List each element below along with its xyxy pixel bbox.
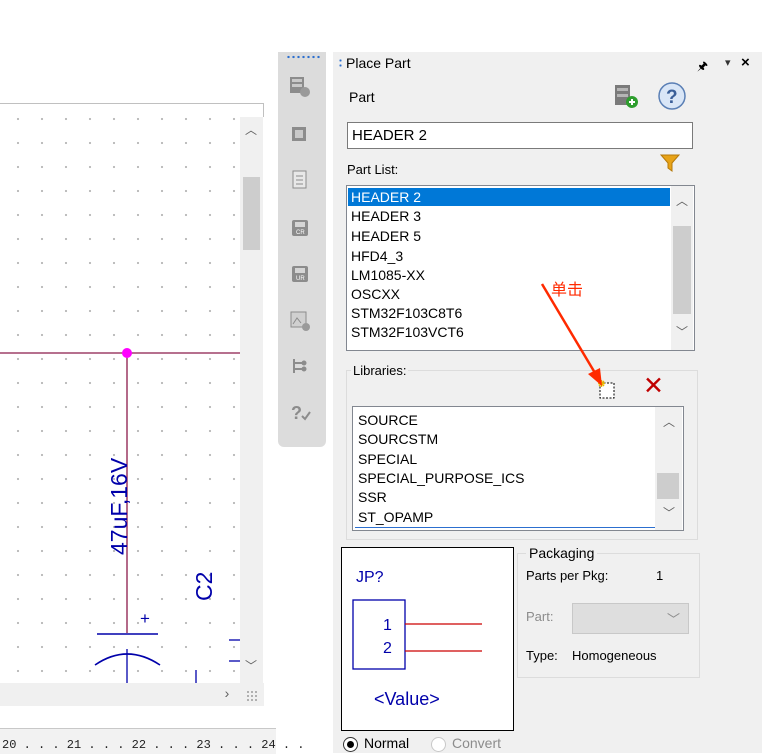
list-item[interactable]: SPECIAL [355,449,655,469]
scroll-right-arrow-icon[interactable]: › [220,686,234,700]
package-part-select[interactable]: ﹀ [572,603,689,634]
schematic-canvas[interactable]: 47uF,16V C2 + [0,103,240,683]
place-part-tool-icon[interactable] [288,75,312,97]
preview-pin-2-number: 2 [383,640,392,657]
package-type-value: Homogeneous [572,648,657,663]
place-document-tool-icon[interactable] [288,168,312,190]
panel-grip-icon[interactable] [339,58,342,68]
part-label: Part [349,89,375,105]
library-list-scroll-thumb[interactable] [657,473,679,499]
panel-title: Place Part [346,55,411,71]
list-item[interactable]: HEADER 2 [348,188,670,206]
canvas-border-right [263,103,264,117]
canvas-vertical-scroll-thumb[interactable] [243,177,260,250]
part-name-value: HEADER 2 [352,127,428,144]
hierarchy-tool-icon[interactable] [288,355,312,377]
update-cache-tool-icon[interactable]: UR [288,262,312,284]
list-item[interactable]: SOURCE [355,410,655,430]
part-list-label: Part List: [347,162,399,177]
help-icon[interactable]: ? [657,81,687,114]
preview-pin-1-number: 1 [383,617,392,634]
part-name-input[interactable]: HEADER 2 [347,122,693,149]
part-list-items: HEADER 2 HEADER 3 HEADER 5 HFD4_3 LM1085… [348,188,670,342]
capacitor-value-label: 47uF,16V [106,457,132,555]
annotation-arrow [540,283,602,386]
libraries-label: Libraries: [351,363,409,378]
capacitor-ref-label: C2 [191,571,217,601]
list-item[interactable]: HEADER 5 [348,226,670,246]
resize-grip-icon [246,690,258,702]
ruler-label: 20 . . . 21 . . . 22 . . . 23 . . . 24 .… [2,738,305,752]
svg-text:UR: UR [296,276,305,282]
list-item[interactable]: SSR [355,488,655,507]
help-tool-icon[interactable]: ? [288,400,312,423]
library-list[interactable]: SOURCE SOURCSTM SPECIAL SPECIAL_PURPOSE_… [352,406,684,531]
packaging-title: Packaging [526,545,598,561]
scroll-down-arrow-icon[interactable]: ﹀ [244,660,258,672]
parts-per-pkg-label: Parts per Pkg: [526,568,609,583]
list-item[interactable]: OSCXX [348,285,670,304]
part-list-scroll-thumb[interactable] [673,226,691,314]
filter-icon[interactable] [659,152,683,177]
list-item[interactable]: ST_OPAMP [355,507,655,528]
canvas-border [0,103,263,104]
part-list-up-arrow-icon[interactable]: ︿ [675,195,689,207]
save-cache-tool-icon[interactable]: CR [288,216,312,238]
vertical-toolbar [278,52,326,447]
junction-dot [122,348,132,358]
preview-refdes: JP? [356,569,384,586]
list-item[interactable]: HFD4_3 [348,246,670,266]
list-item[interactable]: LM1085-XX [348,266,670,285]
library-list-down-arrow-icon[interactable]: ﹀ [662,507,676,519]
svg-text:?: ? [666,87,678,108]
capacitor-plus-sign: + [140,609,150,628]
pin-icon[interactable]: 🖈 [697,57,708,78]
convert-radio[interactable] [431,737,446,752]
list-item[interactable]: STM32F103C8T6 [348,304,670,323]
select-chevron-icon: ﹀ [666,612,680,627]
radio-selected-dot [347,741,354,748]
list-item[interactable]: STM32F103VCT6 [348,323,670,342]
preview-value: <Value> [374,689,440,709]
chevron-down-icon[interactable]: ▾ [725,56,731,69]
part-list[interactable]: HEADER 2 HEADER 3 HEADER 5 HFD4_3 LM1085… [346,185,695,351]
package-type-label: Type: [526,648,558,663]
add-part-icon[interactable] [612,83,640,112]
toolbar-grip-icon[interactable] [286,55,320,59]
close-icon[interactable]: × [741,54,750,71]
list-item[interactable]: SOURCSTM [355,430,655,449]
place-image-tool-icon[interactable] [288,309,312,331]
part-preview: JP? 1 2 <Value> [341,547,514,731]
preview-part-body [352,599,406,670]
normal-radio[interactable] [343,737,358,752]
parts-per-pkg-value: 1 [656,568,664,583]
scroll-up-arrow-icon[interactable]: ︿ [244,124,258,136]
list-item[interactable]: SPECIAL_PURPOSE_ICS [355,469,655,488]
library-list-up-arrow-icon[interactable]: ︿ [662,416,676,428]
svg-text:?: ? [291,403,302,423]
convert-radio-label[interactable]: Convert [452,735,501,751]
library-list-items: SOURCE SOURCSTM SPECIAL SPECIAL_PURPOSE_… [355,410,655,528]
part-list-down-arrow-icon[interactable]: ﹀ [675,326,689,338]
svg-text:CR: CR [296,230,305,236]
normal-radio-label[interactable]: Normal [364,735,409,751]
list-item[interactable]: HEADER 3 [348,206,670,226]
remove-library-icon[interactable]: ✕ [643,374,664,399]
package-part-label: Part: [526,609,554,624]
place-net-tool-icon[interactable] [288,123,312,145]
